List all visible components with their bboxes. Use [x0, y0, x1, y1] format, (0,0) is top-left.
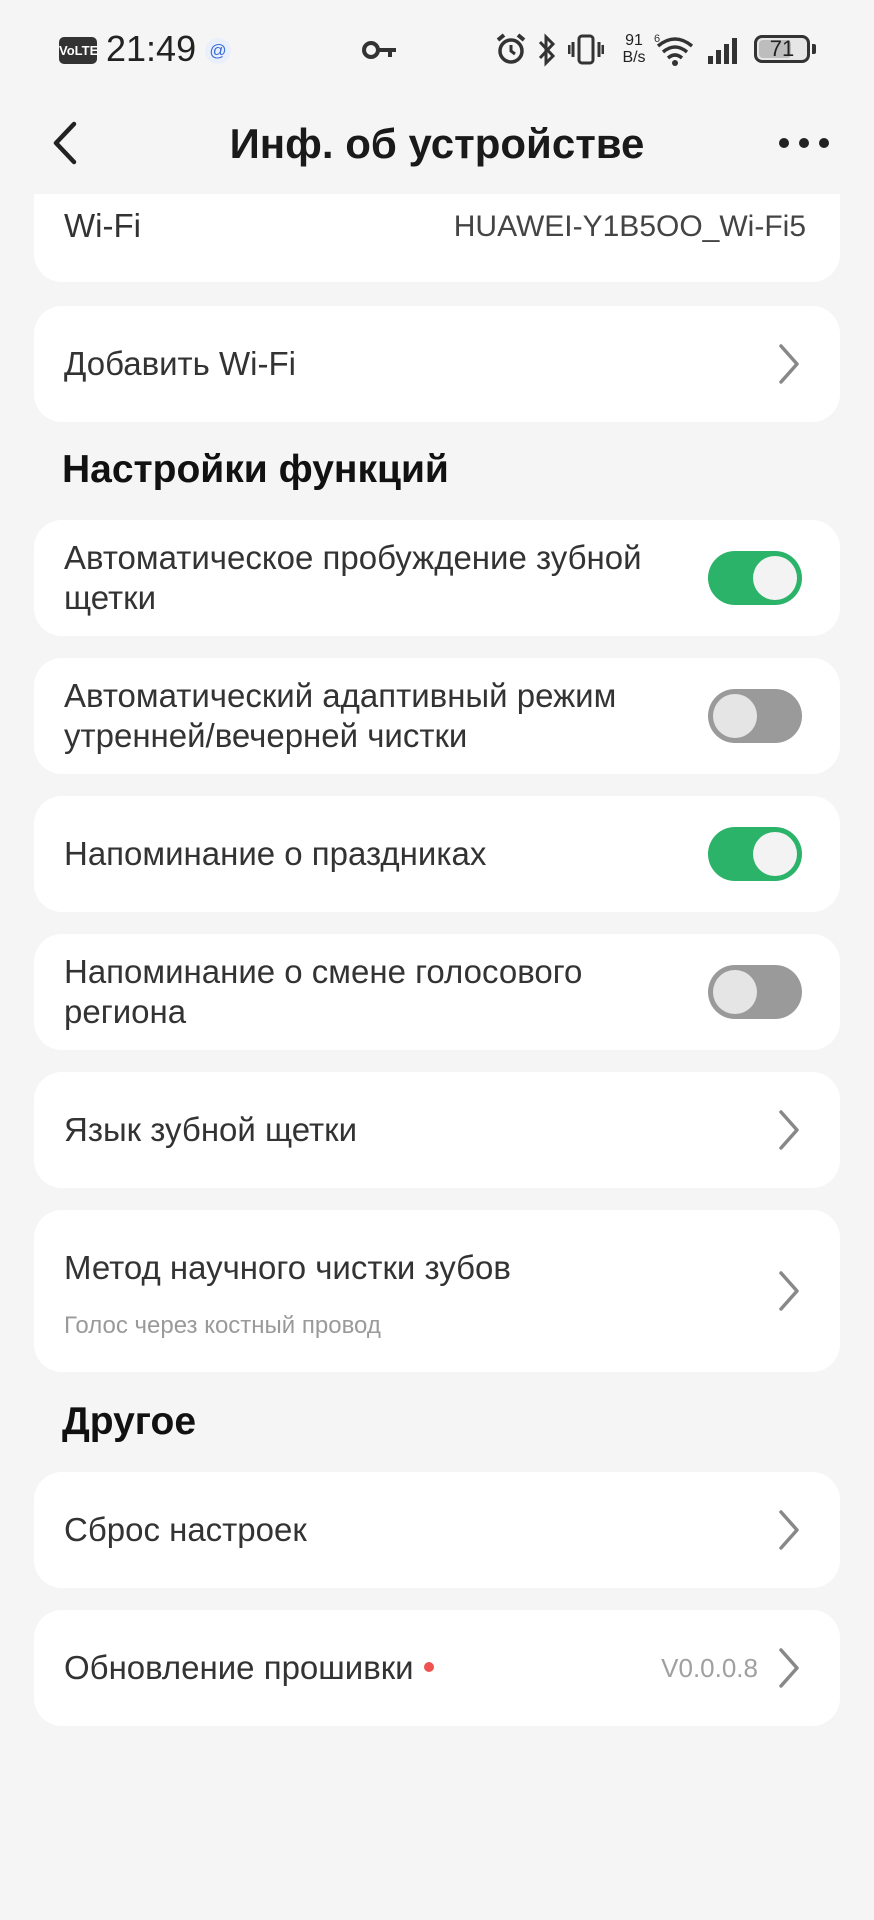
firmware-version: V0.0.0.8	[661, 1653, 758, 1683]
page-title: Инф. об устройстве	[229, 120, 645, 167]
wifi-icon: 6	[654, 33, 694, 66]
firmware-update-label: Обновление прошивки	[64, 1648, 434, 1688]
voice-region-reminder-label: Напоминание о смене голосового региона	[64, 953, 583, 1030]
brush-language-row[interactable]: Язык зубной щетки	[34, 1072, 840, 1188]
status-bar: VoLTE 21:49 @ 91 B/s 6 71	[0, 0, 874, 100]
voice-region-reminder-toggle[interactable]	[708, 965, 802, 1019]
more-options-button[interactable]	[774, 128, 834, 158]
network-speed: 91 B/s	[622, 32, 646, 66]
update-badge-dot	[423, 1662, 434, 1673]
section-title-other: Другое	[62, 1400, 197, 1443]
wifi-info-card: Wi-Fi HUAWEI-Y1B5OO_Wi-Fi5	[34, 194, 840, 282]
chevron-right-icon	[779, 1510, 799, 1550]
reset-settings-row[interactable]: Сброс настроек	[34, 1472, 840, 1588]
voice-region-reminder-row: Напоминание о смене голосового региона	[34, 934, 840, 1050]
auto-wake-row: Автоматическое пробуждение зубной щетки	[34, 520, 840, 636]
at-notification-icon: @	[205, 38, 231, 64]
alarm-icon	[496, 33, 526, 64]
battery-tip	[812, 44, 816, 54]
holiday-reminder-label: Напоминание о праздниках	[64, 835, 487, 872]
auto-adaptive-toggle[interactable]	[708, 689, 802, 743]
clock: 21:49	[106, 28, 197, 69]
scientific-method-label: Метод научного чистки зубов	[64, 1249, 511, 1286]
toggle-knob	[713, 694, 757, 738]
vibrate-icon	[568, 34, 604, 65]
volte-icon: VoLTE	[59, 37, 98, 64]
app-header: Инф. об устройстве	[0, 100, 874, 190]
chevron-right-icon	[779, 344, 799, 384]
firmware-update-row[interactable]: Обновление прошивки V0.0.0.8	[34, 1610, 840, 1726]
more-dots-icon	[779, 138, 829, 148]
chevron-right-icon	[779, 1110, 799, 1150]
auto-wake-toggle[interactable]	[708, 551, 802, 605]
add-wifi-label: Добавить Wi-Fi	[64, 345, 296, 382]
toggle-knob	[713, 970, 757, 1014]
chevron-right-icon	[779, 1271, 799, 1311]
holiday-reminder-toggle[interactable]	[708, 827, 802, 881]
scientific-method-value: Голос через костный провод	[64, 1312, 381, 1339]
add-wifi-row[interactable]: Добавить Wi-Fi	[34, 306, 840, 422]
reset-settings-label: Сброс настроек	[64, 1511, 307, 1548]
battery-icon: 71	[754, 35, 810, 63]
section-title-functions: Настройки функций	[62, 448, 449, 491]
bluetooth-icon	[538, 33, 556, 67]
signal-icon	[708, 38, 737, 64]
brush-language-label: Язык зубной щетки	[64, 1111, 358, 1148]
wifi-network-name: HUAWEI-Y1B5OO_Wi-Fi5	[453, 210, 806, 243]
auto-wake-label: Автоматическое пробуждение зубной щетки	[64, 539, 642, 616]
chevron-right-icon	[779, 1648, 799, 1688]
holiday-reminder-row: Напоминание о праздниках	[34, 796, 840, 912]
toggle-knob	[753, 556, 797, 600]
scientific-method-row[interactable]: Метод научного чистки зубов Голос через …	[34, 1210, 840, 1372]
toggle-knob	[753, 832, 797, 876]
battery-level: 71	[769, 36, 795, 61]
auto-adaptive-label: Автоматический адаптивный режим утренней…	[64, 677, 617, 754]
wifi-label: Wi-Fi	[64, 207, 141, 244]
key-icon	[362, 41, 396, 59]
auto-adaptive-row: Автоматический адаптивный режим утренней…	[34, 658, 840, 774]
